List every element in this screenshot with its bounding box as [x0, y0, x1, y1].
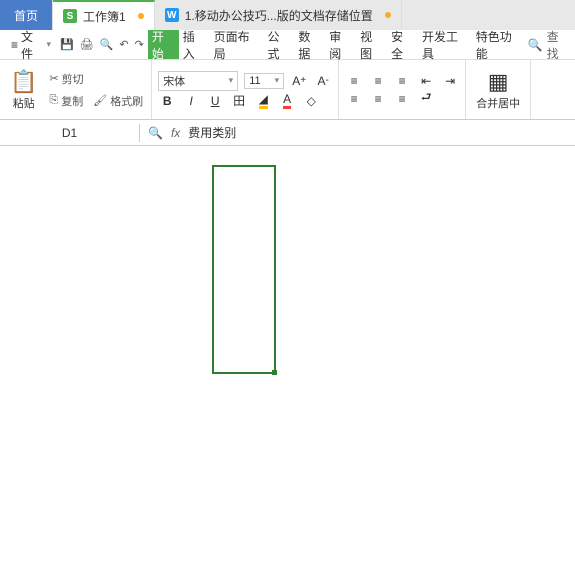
print-icon: 🖨 [80, 38, 94, 51]
ribbon-tab-insert[interactable]: 插入 [179, 30, 210, 59]
cut-icon: ✂ [49, 72, 58, 85]
brush-icon: 🖌 [93, 94, 107, 107]
align-right-button[interactable]: ≡ [393, 91, 411, 107]
align-middle-button[interactable]: ≡ [369, 73, 387, 89]
font-size-select[interactable]: 11▾ [244, 73, 284, 89]
bold-button[interactable]: B [158, 93, 176, 109]
spreadsheet-grid[interactable] [0, 146, 575, 569]
clipboard-group: 📋 粘贴 ✂剪切 ⎘复制 🖌格式刷 [0, 60, 152, 119]
undo-icon: ↶ [119, 38, 128, 51]
ribbon-tab-layout[interactable]: 页面布局 [210, 30, 264, 59]
search-button[interactable]: 🔍 查找 [528, 28, 569, 62]
align-top-button[interactable]: ≡ [345, 73, 363, 89]
file-label: 文件 [21, 28, 43, 62]
fill-color-button[interactable]: ◢ [254, 93, 272, 109]
ribbon-tab-start[interactable]: 开始 [148, 30, 179, 59]
redo-icon: ↷ [135, 38, 144, 51]
menu-icon: ≡ [11, 38, 18, 52]
chevron-down-icon: ▾ [229, 75, 234, 86]
selection-outline [212, 165, 276, 374]
chevron-down-icon: ▾ [275, 75, 280, 86]
indent-right-button[interactable]: ⇥ [441, 73, 459, 89]
copy-button[interactable]: ⎘复制 [47, 91, 85, 111]
indent-left-button[interactable]: ⇤ [417, 73, 435, 89]
save-icon: 💾 [60, 38, 74, 51]
cut-button[interactable]: ✂剪切 [47, 69, 145, 89]
spreadsheet-icon: S [63, 9, 77, 23]
font-color-button[interactable]: A [278, 93, 296, 109]
align-center-button[interactable]: ≡ [369, 91, 387, 107]
file-menu[interactable]: ≡ 文件 ▾ [6, 25, 56, 65]
ribbon: 📋 粘贴 ✂剪切 ⎘复制 🖌格式刷 宋体▾ 11▾ A+ A- B I U 田 … [0, 60, 575, 120]
merge-icon: ▦ [488, 69, 509, 95]
chevron-down-icon: ▾ [47, 39, 52, 50]
paste-label: 粘贴 [13, 95, 35, 111]
paste-icon: 📋 [10, 69, 37, 95]
unsaved-dot-icon [385, 12, 391, 18]
border-button[interactable]: 田 [230, 93, 248, 109]
ribbon-tab-special[interactable]: 特色功能 [472, 30, 526, 59]
ribbon-tabs: 开始 插入 页面布局 公式 数据 审阅 视图 安全 开发工具 特色功能 [148, 30, 526, 59]
copy-icon: ⎘ [49, 94, 58, 107]
tab-label: 首页 [14, 7, 38, 24]
search-icon: 🔍 [528, 38, 543, 52]
ribbon-tab-data[interactable]: 数据 [294, 30, 325, 59]
tab-label: 1.移动办公技巧...版的文档存储位置 [185, 7, 373, 24]
formula-bar: D1 🔍 fx 费用类别 [0, 120, 575, 146]
font-name-select[interactable]: 宋体▾ [158, 71, 238, 91]
fx-label[interactable]: fx [171, 126, 180, 140]
align-left-button[interactable]: ≡ [345, 91, 363, 107]
format-painter-button[interactable]: 🖌格式刷 [91, 91, 145, 111]
document-tabs: 首页 S 工作簿1 W 1.移动办公技巧...版的文档存储位置 [0, 0, 575, 30]
decrease-font-button[interactable]: A- [314, 73, 332, 89]
ribbon-tab-view[interactable]: 视图 [356, 30, 387, 59]
align-bottom-button[interactable]: ≡ [393, 73, 411, 89]
unsaved-dot-icon [138, 13, 144, 19]
clear-format-button[interactable]: ◇ [302, 93, 320, 109]
preview-button[interactable]: 🔍 [98, 36, 116, 53]
print-button[interactable]: 🖨 [78, 36, 96, 53]
save-button[interactable]: 💾 [58, 36, 76, 53]
merge-group: ▦ 合并居中 [466, 60, 531, 119]
underline-button[interactable]: U [206, 93, 224, 109]
ribbon-tab-security[interactable]: 安全 [387, 30, 418, 59]
tab-label: 工作簿1 [83, 8, 126, 25]
merge-center-button[interactable]: ▦ 合并居中 [472, 67, 524, 113]
ribbon-tab-review[interactable]: 审阅 [325, 30, 356, 59]
preview-icon: 🔍 [100, 38, 114, 51]
merge-label: 合并居中 [476, 95, 520, 111]
tab-document[interactable]: W 1.移动办公技巧...版的文档存储位置 [155, 0, 402, 30]
paste-button[interactable]: 📋 粘贴 [6, 67, 41, 113]
italic-button[interactable]: I [182, 93, 200, 109]
increase-font-button[interactable]: A+ [290, 73, 308, 89]
document-icon: W [165, 8, 179, 22]
align-group: ≡ ≡ ≡ ⇤ ⇥ ≡ ≡ ≡ ⮐ [339, 60, 466, 119]
redo-button[interactable]: ↷ [133, 36, 146, 53]
ribbon-tab-formula[interactable]: 公式 [263, 30, 294, 59]
font-group: 宋体▾ 11▾ A+ A- B I U 田 ◢ A ◇ [152, 60, 339, 119]
cell-name-box[interactable]: D1 [0, 124, 140, 142]
wrap-text-button[interactable]: ⮐ [417, 91, 435, 107]
ribbon-tab-dev[interactable]: 开发工具 [418, 30, 472, 59]
undo-button[interactable]: ↶ [117, 36, 130, 53]
font-color-icon: A [283, 92, 291, 109]
formula-input[interactable]: 费用类别 [188, 124, 567, 141]
menu-bar: ≡ 文件 ▾ 💾 🖨 🔍 ↶ ↷ 开始 插入 页面布局 公式 数据 审阅 视图 … [0, 30, 575, 60]
tab-workbook[interactable]: S 工作簿1 [53, 0, 155, 30]
zoom-icon[interactable]: 🔍 [148, 126, 163, 140]
search-label: 查找 [547, 28, 569, 62]
fill-icon: ◢ [259, 92, 268, 109]
